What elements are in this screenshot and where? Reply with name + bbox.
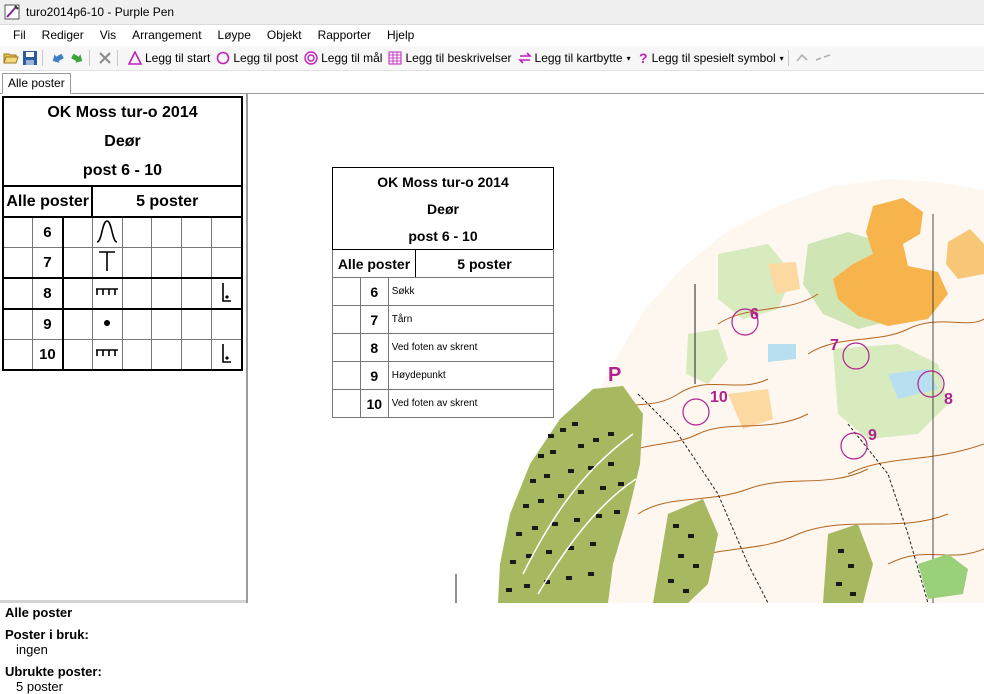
map-viewer[interactable]: P 6 7 8 9 10 OK Moss tur-o 2014 Deør pos… [248,94,984,603]
title-bar: turo2014p6-10 - Purple Pen [0,0,984,25]
description-pane: OK Moss tur-o 2014 Deør post 6 - 10 Alle… [0,94,248,694]
finish-circle-icon [304,51,318,65]
map-control-text: Ved foten av skrent [387,389,555,418]
map-course-name: Alle poster [333,250,416,277]
question-mark-icon: ? [639,51,648,65]
used-controls-value: ingen [16,642,48,657]
re-entrant-symbol-icon [91,216,123,248]
add-map-exchange-button[interactable]: Legg til kartbytte ▾ [517,51,631,65]
toolbar-separator [117,50,118,66]
foot-position-symbol-icon [210,277,243,310]
add-descriptions-button[interactable]: Legg til beskrivelser [388,51,512,65]
window-title: turo2014p6-10 - Purple Pen [26,5,175,19]
descriptions-grid-icon [388,51,402,65]
map-course-count: 5 poster [457,255,512,272]
unused-controls-value: 5 poster [16,679,63,694]
control-label-8: 8 [944,391,953,408]
control-label-7: 7 [830,337,839,354]
control-number: 8 [32,277,64,310]
map-exchange-icon [517,52,532,64]
map-control-number: 7 [359,305,389,334]
course-line: Deør [104,132,141,150]
chevron-down-icon[interactable]: ▾ [780,54,784,63]
menu-view[interactable]: Vis [92,28,124,42]
menu-help[interactable]: Hjelp [379,28,422,42]
control-number: 9 [32,308,64,340]
add-special-symbol-label: Legg til spesielt symbol [651,51,776,65]
toolbar-separator [89,50,90,66]
add-gap-icon[interactable] [815,50,831,66]
map-control-number: 8 [359,333,389,362]
start-triangle-icon [128,51,142,65]
map-description-sheet[interactable]: OK Moss tur-o 2014 Deør post 6 - 10 Alle… [332,167,555,418]
toolbar: Legg til start Legg til post Legg til må… [0,46,984,71]
menu-file[interactable]: Fil [0,28,34,42]
undo-icon[interactable] [50,50,66,66]
menu-object[interactable]: Objekt [259,28,310,42]
menu-edit[interactable]: Rediger [34,28,92,42]
add-map-exchange-label: Legg til kartbytte [534,51,623,65]
menu-bar: Fil Rediger Vis Arrangement Løype Objekt… [0,25,984,45]
cliff-symbol-icon [91,277,123,310]
map-control-text: Søkk [387,277,555,306]
info-heading: Alle poster [5,605,73,620]
course-name-cell: Alle poster [2,185,94,218]
map-control-number: 9 [359,361,389,390]
control-label-9: 9 [868,427,877,444]
map-control-number: 10 [359,389,389,418]
unused-controls-label: Ubrukte poster: [5,664,102,679]
course-count-cell: 5 poster [91,185,243,218]
add-start-button[interactable]: Legg til start [128,51,210,65]
course-tab-strip: Alle poster [0,71,984,94]
foot-position-symbol-icon [210,339,243,371]
add-bend-icon[interactable] [796,50,812,66]
add-finish-button[interactable]: Legg til mål [304,51,382,65]
map-control-text: Ved foten av skrent [387,333,555,362]
parking-label: P [608,364,621,386]
knoll-symbol-icon [91,308,123,340]
control-number: 6 [32,216,64,248]
dam-symbol-icon [91,247,123,279]
control-label-6: 6 [750,306,759,323]
svg-text:?: ? [639,51,648,65]
tab-all-controls[interactable]: Alle poster [2,73,71,94]
open-folder-icon[interactable] [3,50,19,66]
save-icon[interactable] [22,50,38,66]
course-info-panel: Alle poster Poster i bruk: ingen Ubrukte… [5,605,241,694]
add-special-symbol-button[interactable]: ? Legg til spesielt symbol ▾ [637,51,784,65]
delete-icon[interactable] [97,50,113,66]
control-label-10: 10 [710,389,728,406]
toolbar-separator [787,50,789,66]
course-subtitle: post 6 - 10 [82,161,163,179]
map-control-number: 6 [359,277,389,306]
redo-icon[interactable] [69,50,85,66]
map-course-subtitle: post 6 - 10 [408,227,478,244]
control-number: 7 [32,247,64,279]
map-control-text: Høydepunkt [387,361,555,390]
add-descriptions-label: Legg til beskrivelser [405,51,512,65]
menu-course[interactable]: Løype [210,28,259,42]
app-icon [4,4,20,20]
control-description-sheet[interactable]: OK Moss tur-o 2014 Deør post 6 - 10 Alle… [2,96,243,371]
add-control-button[interactable]: Legg til post [216,51,298,65]
used-controls-label: Poster i bruk: [5,627,89,642]
control-number: 10 [32,339,64,371]
control-circle-icon [217,51,230,65]
event-title: OK Moss tur-o 2014 [47,103,198,121]
toolbar-separator [42,50,43,66]
cliff-symbol-icon [91,339,123,371]
map-course-line: Deør [427,200,459,217]
add-start-label: Legg til start [145,51,211,65]
chevron-down-icon[interactable]: ▾ [627,54,631,63]
menu-event[interactable]: Arrangement [124,28,209,42]
add-control-label: Legg til post [233,51,299,65]
map-control-text: Tårn [387,305,555,334]
map-event-title: OK Moss tur-o 2014 [377,173,509,190]
menu-reports[interactable]: Rapporter [310,28,379,42]
add-finish-label: Legg til mål [321,51,383,65]
